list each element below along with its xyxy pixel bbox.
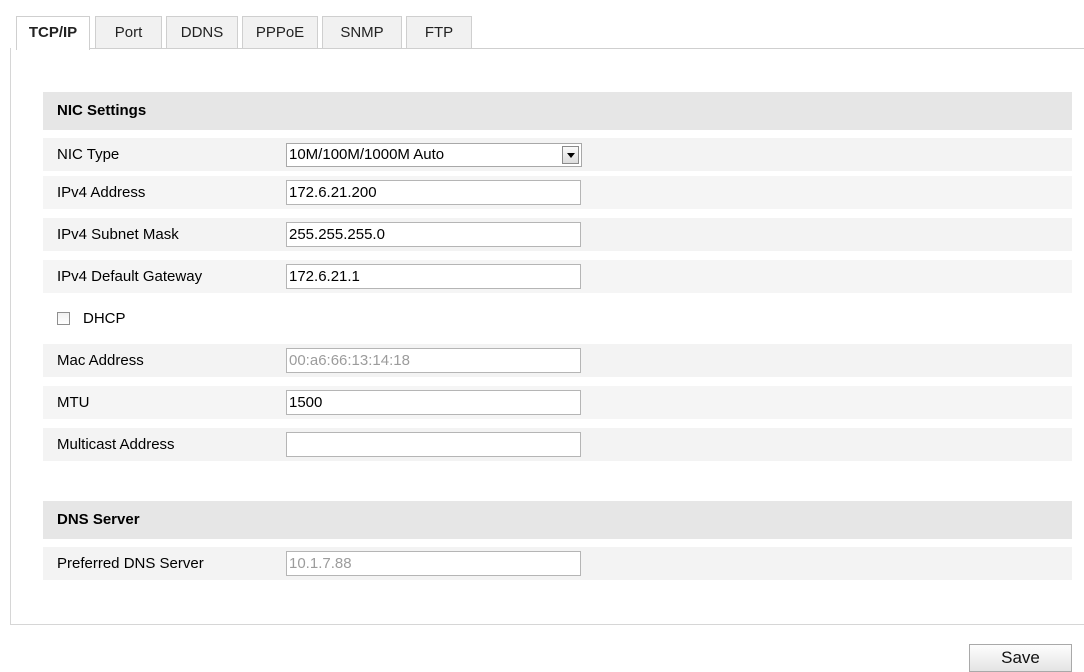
tab-pppoe[interactable]: PPPoE: [242, 16, 318, 48]
gateway-label: IPv4 Default Gateway: [57, 268, 203, 285]
tab-port[interactable]: Port: [95, 16, 162, 48]
subnet-mask-input[interactable]: [286, 222, 581, 247]
tab-snmp[interactable]: SNMP: [322, 16, 402, 48]
dns-server-header: DNS Server: [43, 501, 1072, 539]
ipv4-address-input[interactable]: [286, 180, 581, 205]
nic-type-select[interactable]: 10M/100M/1000M Auto: [286, 143, 582, 167]
gateway-input[interactable]: [286, 264, 581, 289]
mac-address-input: [286, 348, 581, 373]
settings-panel: NIC Settings NIC Type 10M/100M/1000M Aut…: [10, 48, 1084, 625]
subnet-mask-label: IPv4 Subnet Mask: [57, 226, 179, 243]
mtu-input[interactable]: [286, 390, 581, 415]
mtu-label: MTU: [57, 394, 90, 411]
ipv4-address-label: IPv4 Address: [57, 184, 146, 201]
tab-tcpip[interactable]: TCP/IP: [16, 16, 90, 50]
tab-ftp[interactable]: FTP: [406, 16, 472, 48]
tab-ddns[interactable]: DDNS: [166, 16, 238, 48]
nic-type-row: NIC Type 10M/100M/1000M Auto: [43, 138, 1072, 171]
multicast-row: Multicast Address: [43, 428, 1072, 461]
nic-settings-header: NIC Settings: [43, 92, 1072, 130]
dhcp-checkbox[interactable]: [57, 312, 70, 325]
dhcp-label: DHCP: [83, 310, 126, 327]
chevron-down-icon[interactable]: [562, 146, 579, 164]
preferred-dns-row: Preferred DNS Server: [43, 547, 1072, 580]
save-button[interactable]: Save: [969, 644, 1072, 672]
mtu-row: MTU: [43, 386, 1072, 419]
preferred-dns-input[interactable]: [286, 551, 581, 576]
multicast-input[interactable]: [286, 432, 581, 457]
nic-type-label: NIC Type: [57, 146, 120, 163]
nic-type-value: 10M/100M/1000M Auto: [289, 146, 445, 163]
dhcp-row: DHCP: [43, 302, 1072, 335]
gateway-row: IPv4 Default Gateway: [43, 260, 1072, 293]
preferred-dns-label: Preferred DNS Server: [57, 555, 204, 572]
mac-address-row: Mac Address: [43, 344, 1072, 377]
multicast-label: Multicast Address: [57, 436, 175, 453]
subnet-mask-row: IPv4 Subnet Mask: [43, 218, 1072, 251]
ipv4-address-row: IPv4 Address: [43, 176, 1072, 209]
mac-address-label: Mac Address: [57, 352, 144, 369]
